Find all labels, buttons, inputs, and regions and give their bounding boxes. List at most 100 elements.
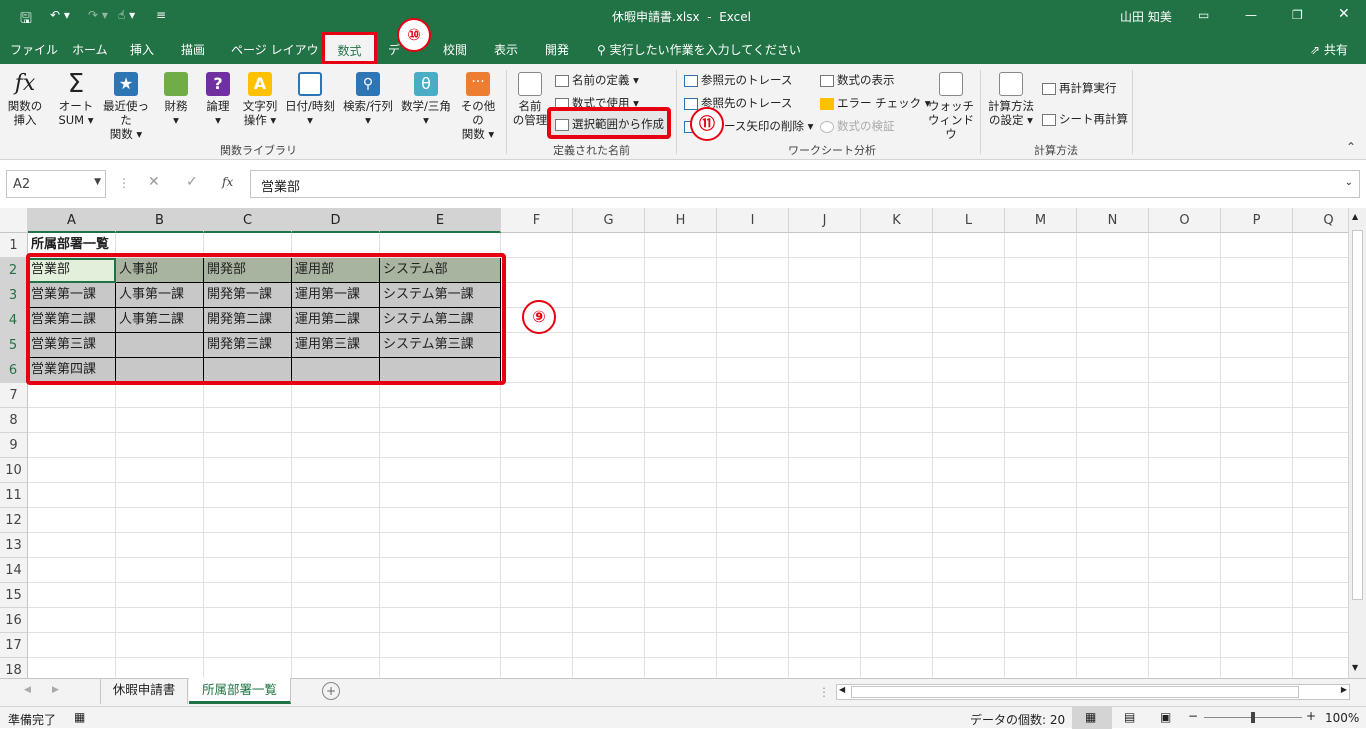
row-header-18[interactable]: 18: [0, 658, 28, 678]
column-header-P[interactable]: P: [1221, 208, 1293, 233]
user-name[interactable]: 山田 知美: [1120, 8, 1172, 25]
column-header-E[interactable]: E: [380, 208, 501, 233]
zoom-level[interactable]: 100%: [1325, 711, 1359, 725]
row-header-10[interactable]: 10: [0, 458, 28, 483]
column-header-F[interactable]: F: [501, 208, 573, 233]
row-header-15[interactable]: 15: [0, 583, 28, 608]
logical-button[interactable]: ? 論理 ▾: [198, 72, 238, 127]
row-header-2[interactable]: 2: [0, 258, 28, 283]
page-layout-view-icon[interactable]: ▤: [1124, 710, 1135, 724]
column-header-J[interactable]: J: [789, 208, 861, 233]
expand-formula-icon[interactable]: ⌄: [1345, 177, 1353, 188]
cancel-icon[interactable]: ✕: [148, 174, 160, 190]
calculation-options-button[interactable]: 計算方法 の設定 ▾: [984, 72, 1038, 127]
add-sheet-icon[interactable]: +: [322, 682, 340, 700]
row-header-9[interactable]: 9: [0, 433, 28, 458]
create-from-selection-button[interactable]: 選択範囲から作成: [547, 107, 671, 139]
tab-insert[interactable]: 挿入: [130, 41, 154, 58]
normal-view-icon[interactable]: ▦: [1085, 710, 1096, 724]
zoom-out-icon[interactable]: −: [1188, 709, 1198, 723]
row-header-13[interactable]: 13: [0, 533, 28, 558]
column-header-B[interactable]: B: [116, 208, 204, 233]
minimize-icon[interactable]: —: [1245, 8, 1257, 22]
column-header-A[interactable]: A: [28, 208, 116, 233]
column-header-D[interactable]: D: [292, 208, 380, 233]
scroll-right-icon[interactable]: ▶: [1341, 685, 1347, 694]
row-header-8[interactable]: 8: [0, 408, 28, 433]
tab-file[interactable]: ファイル: [10, 41, 58, 58]
customize-qat-icon[interactable]: ≡: [156, 8, 166, 22]
zoom-in-icon[interactable]: +: [1306, 709, 1316, 723]
row-header-1[interactable]: 1: [0, 233, 28, 258]
insert-function-icon[interactable]: fx: [222, 175, 233, 189]
share-button[interactable]: ⇗ 共有: [1310, 41, 1348, 58]
save-icon[interactable]: 🖫: [20, 8, 32, 32]
financial-button[interactable]: 財務 ▾: [156, 72, 196, 127]
trace-precedents-button[interactable]: 参照元のトレース: [684, 72, 792, 88]
evaluate-formula-button[interactable]: 数式の検証: [820, 118, 895, 134]
recent-functions-button[interactable]: ★ 最近使った 関数 ▾: [98, 72, 154, 141]
row-header-5[interactable]: 5: [0, 333, 28, 358]
split-handle-icon[interactable]: ⋮: [818, 685, 830, 699]
enter-icon[interactable]: ✓: [186, 174, 198, 190]
chevron-down-icon[interactable]: ▼: [94, 177, 101, 187]
row-header-7[interactable]: 7: [0, 383, 28, 408]
column-header-Q[interactable]: Q: [1293, 208, 1348, 233]
column-header-C[interactable]: C: [204, 208, 292, 233]
autosum-button[interactable]: Σ オート SUM ▾: [54, 71, 98, 127]
column-header-I[interactable]: I: [717, 208, 789, 233]
sheet-tab-department-list[interactable]: 所属部署一覧: [189, 678, 291, 704]
math-button[interactable]: θ 数学/三角 ▾: [396, 72, 456, 127]
calculate-now-button[interactable]: 再計算実行: [1042, 80, 1117, 96]
column-header-G[interactable]: G: [573, 208, 645, 233]
redo-icon[interactable]: ↷ ▾: [88, 8, 108, 22]
watch-window-button[interactable]: ウォッチ ウィンドウ: [926, 72, 976, 141]
tab-formulas[interactable]: 数式: [322, 32, 377, 64]
hscroll-thumb[interactable]: [851, 686, 1299, 698]
calculate-sheet-button[interactable]: シート再計算: [1042, 111, 1128, 127]
tab-page-layout[interactable]: ページ レイアウト: [231, 41, 331, 58]
close-icon[interactable]: ✕: [1338, 6, 1350, 22]
show-formulas-button[interactable]: 数式の表示: [820, 72, 895, 88]
row-header-11[interactable]: 11: [0, 483, 28, 508]
formula-input[interactable]: 営業部 ⌄: [250, 170, 1360, 198]
tab-draw[interactable]: 描画: [181, 41, 205, 58]
scroll-thumb[interactable]: [1352, 230, 1363, 600]
restore-icon[interactable]: ❐: [1292, 8, 1303, 22]
text-functions-button[interactable]: A 文字列 操作 ▾: [238, 72, 282, 127]
tab-data[interactable]: データ: [388, 41, 400, 58]
column-header-L[interactable]: L: [933, 208, 1005, 233]
row-header-16[interactable]: 16: [0, 608, 28, 633]
column-header-H[interactable]: H: [645, 208, 717, 233]
tab-home[interactable]: ホーム: [72, 41, 108, 58]
horizontal-scrollbar[interactable]: ◀ ▶: [836, 684, 1350, 700]
tab-developer[interactable]: 開発: [545, 41, 569, 58]
next-sheet-icon[interactable]: ▶: [52, 685, 59, 695]
row-header-17[interactable]: 17: [0, 633, 28, 658]
column-header-K[interactable]: K: [861, 208, 933, 233]
status-count[interactable]: データの個数: 20: [970, 711, 1065, 728]
row-header-3[interactable]: 3: [0, 283, 28, 308]
page-break-view-icon[interactable]: ▣: [1160, 710, 1171, 724]
name-manager-button[interactable]: 名前 の管理: [510, 72, 550, 127]
lookup-button[interactable]: ⚲ 検索/行列 ▾: [340, 72, 396, 127]
row-header-6[interactable]: 6: [0, 358, 28, 383]
error-checking-button[interactable]: エラー チェック ▾: [820, 95, 931, 111]
row-header-14[interactable]: 14: [0, 558, 28, 583]
column-header-N[interactable]: N: [1077, 208, 1149, 233]
touch-mode-icon[interactable]: ☝ ▾: [118, 8, 135, 22]
prev-sheet-icon[interactable]: ◀: [24, 685, 31, 695]
macro-record-icon[interactable]: ▦: [74, 710, 85, 724]
zoom-slider-thumb[interactable]: [1251, 712, 1255, 723]
sheet-tab-leave-request[interactable]: 休暇申請書: [100, 678, 188, 704]
collapse-ribbon-icon[interactable]: ⌃: [1346, 140, 1356, 154]
tell-me-box[interactable]: ⚲ 実行したい作業を入力してください: [597, 41, 801, 58]
vertical-scrollbar[interactable]: ▲ ▼: [1348, 208, 1366, 678]
datetime-button[interactable]: 日付/時刻 ▾: [282, 72, 338, 127]
tab-view[interactable]: 表示: [494, 41, 518, 58]
ribbon-display-icon[interactable]: ▭: [1198, 8, 1209, 22]
more-functions-button[interactable]: ··· その他の 関数 ▾: [456, 72, 500, 141]
drag-handle-icon[interactable]: ⋮: [118, 176, 130, 190]
insert-function-button[interactable]: fx 関数の 挿入: [4, 72, 46, 128]
tab-review[interactable]: 校閲: [443, 41, 467, 58]
